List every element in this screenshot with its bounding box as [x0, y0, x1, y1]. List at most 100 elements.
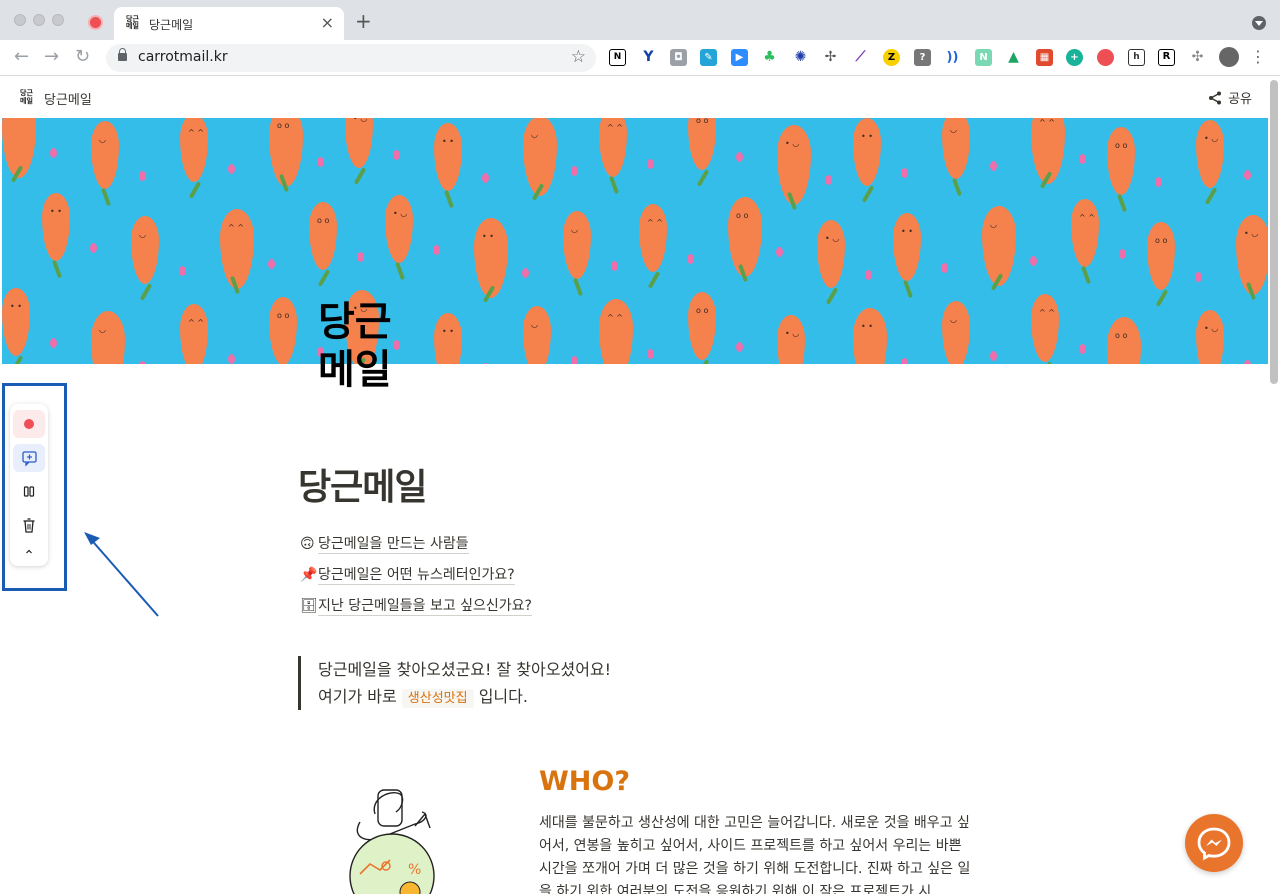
- carrot-pattern: o o: [309, 202, 337, 270]
- browser-menu-icon[interactable]: ⋮: [1250, 47, 1266, 66]
- tab-search-icon[interactable]: [1252, 16, 1266, 30]
- n-extension-icon[interactable]: N: [975, 49, 992, 66]
- notion-extension-icon[interactable]: N: [609, 49, 626, 66]
- drive-extension-icon[interactable]: ▲: [1005, 49, 1022, 66]
- plus-extension-icon[interactable]: +: [1066, 49, 1083, 66]
- url-text[interactable]: carrotmail.kr: [138, 49, 228, 65]
- pink-dot-pattern: [647, 159, 654, 169]
- messenger-chat-button[interactable]: [1185, 814, 1243, 872]
- pink-dot-pattern: [736, 342, 743, 352]
- recording-indicator-icon[interactable]: [88, 15, 103, 30]
- back-button[interactable]: ←: [14, 46, 29, 67]
- browser-tabstrip: 당근 메일 당근메일 × +: [0, 0, 1280, 40]
- add-comment-button[interactable]: [13, 444, 45, 472]
- page-scrollbar[interactable]: [1270, 80, 1278, 384]
- window-minimize-button[interactable]: [33, 14, 45, 26]
- carrot-pattern: o o: [1107, 127, 1135, 195]
- carrot-pattern: • ◡: [1196, 310, 1224, 364]
- record-icon: [24, 419, 34, 429]
- carrot-pattern: ^ ^: [639, 204, 667, 272]
- camera-extension-icon[interactable]: ◘: [670, 49, 687, 66]
- r-extension-icon[interactable]: R: [1158, 49, 1175, 66]
- page-title: 당근메일: [298, 467, 427, 508]
- pink-dot-pattern: [1119, 249, 1126, 259]
- pink-dot-pattern: [139, 171, 146, 181]
- question-extension-icon[interactable]: ?: [914, 49, 931, 66]
- profile-avatar[interactable]: [1219, 47, 1239, 67]
- pen-extension-icon[interactable]: ✎: [700, 49, 717, 66]
- reload-button[interactable]: ↻: [75, 46, 90, 67]
- site-name-breadcrumb[interactable]: 당근메일: [44, 89, 92, 108]
- page-link-makers[interactable]: 🙃 당근메일을 만드는 사람들: [300, 533, 469, 554]
- gear-extension-icon[interactable]: ✺: [792, 49, 809, 66]
- leaf-pattern: [10, 355, 24, 364]
- who-heading: WHO?: [539, 766, 630, 797]
- pink-dot-pattern: [482, 173, 489, 183]
- site-logo-icon[interactable]: 당근 메일: [20, 89, 36, 105]
- calendar-extension-icon[interactable]: ▦: [1036, 49, 1053, 66]
- page-icon-line2: 메일: [318, 347, 392, 393]
- page-icon[interactable]: 당근 메일: [318, 298, 418, 408]
- share-icon: [1209, 91, 1222, 105]
- window-close-button[interactable]: [14, 14, 26, 26]
- pink-dot-pattern: [1079, 344, 1086, 354]
- carrot-pattern: • ◡: [385, 195, 413, 263]
- star-icon[interactable]: ☆: [571, 47, 586, 67]
- pink-dot-pattern: [317, 157, 324, 167]
- evernote-extension-icon[interactable]: ♣: [761, 49, 778, 66]
- carrot-pattern: • ◡: [777, 125, 811, 205]
- z-extension-icon[interactable]: Z: [883, 49, 900, 66]
- pink-dot-pattern: [941, 263, 948, 273]
- yoink-extension-icon[interactable]: Y: [640, 49, 657, 66]
- carrot-pattern: ◡: [942, 301, 970, 364]
- zoom-extension-icon[interactable]: ▶: [731, 49, 748, 66]
- pink-dot-pattern: [901, 168, 908, 178]
- tab-close-icon[interactable]: ×: [321, 13, 334, 32]
- pink-dot-pattern: [901, 358, 908, 364]
- pink-dot-pattern: [228, 354, 235, 364]
- page-link-about[interactable]: 📌당근메일은 어떤 뉴스레터인가요?: [300, 564, 515, 585]
- lock-icon[interactable]: [118, 48, 127, 61]
- carrot-pattern: ◡: [91, 121, 119, 189]
- puzzle-extension-icon[interactable]: ✣: [1189, 49, 1206, 66]
- carrot-pattern: • •: [2, 288, 30, 356]
- page-link-archive[interactable]: 🗄지난 당근메일들을 보고 싶으신가요?: [300, 595, 532, 616]
- pink-dot-pattern: [357, 252, 364, 262]
- pause-icon: [23, 486, 35, 497]
- forward-button[interactable]: →: [44, 46, 59, 67]
- leaf-pattern: [825, 287, 839, 305]
- record-extension-icon[interactable]: [1097, 49, 1114, 66]
- carrot-pattern: • •: [893, 213, 921, 281]
- address-bar[interactable]: carrotmail.kr ☆: [106, 44, 596, 72]
- book-extension-icon[interactable]: h: [1128, 49, 1145, 66]
- quote-suffix: 입니다.: [478, 687, 528, 706]
- pink-dot-pattern: [1195, 272, 1202, 282]
- record-button[interactable]: [13, 410, 45, 438]
- leaf-pattern: [1204, 187, 1218, 205]
- quote-line1: 당근메일을 찾아오셨군요! 잘 찾아오셨어요!: [318, 660, 612, 679]
- leaf-pattern: [861, 185, 875, 203]
- pink-dot-pattern: [571, 356, 578, 364]
- pink-dot-pattern: [482, 363, 489, 364]
- leaf-pattern: [1081, 265, 1091, 285]
- svg-text:%: %: [408, 862, 421, 878]
- bird-extension-icon[interactable]: ✢: [822, 49, 839, 66]
- pause-button[interactable]: [13, 478, 45, 506]
- wave-extension-icon[interactable]: )): [944, 49, 961, 66]
- leaf-pattern: [101, 187, 111, 207]
- delete-recording-button[interactable]: [13, 512, 45, 540]
- browser-tab-active[interactable]: 당근 메일 당근메일 ×: [114, 7, 344, 40]
- feather-extension-icon[interactable]: ⟋: [852, 49, 869, 66]
- leaf-pattern: [52, 259, 62, 279]
- cover-image: • •◡^ ^o o• ◡• •◡^ ^o o• ◡• •◡^ ^o o• ◡•…: [2, 118, 1268, 364]
- pushpin-icon: 📌: [300, 567, 318, 583]
- new-tab-button[interactable]: +: [355, 9, 372, 33]
- carrot-pattern: • •: [42, 193, 70, 261]
- share-button[interactable]: 공유: [1208, 88, 1252, 107]
- pink-dot-pattern: [990, 161, 997, 171]
- carrot-pattern: o o: [269, 118, 303, 187]
- window-zoom-button[interactable]: [52, 14, 64, 26]
- collapse-toolbar-button[interactable]: [13, 542, 45, 560]
- file-cabinet-icon: 🗄: [300, 598, 318, 614]
- pink-dot-pattern: [522, 268, 529, 278]
